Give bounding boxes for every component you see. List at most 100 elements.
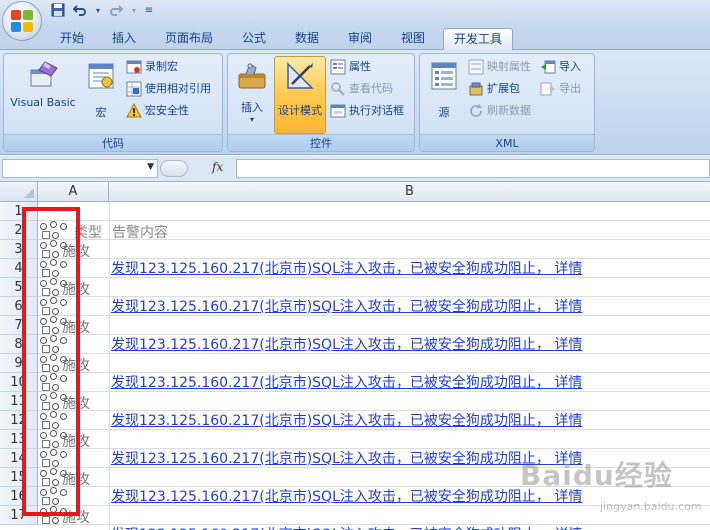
- xml-source-icon: [428, 60, 460, 92]
- insert-control-label: 插入: [241, 101, 263, 114]
- tab-insert[interactable]: 插入: [102, 28, 146, 50]
- tab-developer[interactable]: 开发工具: [443, 28, 513, 50]
- controls-group-label: 控件: [228, 134, 414, 151]
- alert-link[interactable]: 发现123.125.160.217(北京市)SQL注入攻击，已被安全狗成功阻止，…: [111, 410, 582, 430]
- alert-link[interactable]: 发现123.125.160.217(北京市)SQL注入攻击，已被安全狗成功阻止，…: [111, 258, 582, 278]
- expansion-packs-icon: [468, 81, 484, 97]
- view-code-icon: [330, 81, 346, 97]
- run-dialog-label: 执行对话框: [349, 104, 404, 117]
- import-icon: [540, 59, 556, 75]
- record-macro-label: 录制宏: [145, 60, 178, 73]
- import-button[interactable]: 导入: [540, 57, 581, 77]
- formula-input[interactable]: [236, 159, 710, 178]
- toolbox-icon: [236, 60, 268, 92]
- alert-link[interactable]: 发现123.125.160.217(北京市)SQL注入攻击，已被安全狗成功阻止，…: [111, 296, 582, 316]
- save-icon[interactable]: [50, 3, 66, 19]
- formula-bar-expand-handle[interactable]: [160, 160, 188, 177]
- source-button[interactable]: 源: [424, 58, 464, 120]
- formula-bar: ▼ fx: [0, 156, 710, 182]
- macro-security-label: 宏安全性: [145, 104, 189, 117]
- view-code-label: 查看代码: [349, 82, 393, 95]
- import-label: 导入: [559, 60, 581, 73]
- column-header-a[interactable]: A: [38, 182, 109, 202]
- visual-basic-button[interactable]: Visual Basic: [6, 58, 80, 109]
- content-header-cell[interactable]: 告警内容: [112, 222, 168, 242]
- relative-reference-label: 使用相对引用: [145, 82, 211, 95]
- tab-page-layout[interactable]: 页面布局: [156, 28, 222, 50]
- insert-function-icon[interactable]: fx: [212, 160, 223, 174]
- design-mode-label: 设计模式: [278, 104, 322, 117]
- select-all-button[interactable]: [0, 182, 38, 202]
- xml-group-label: XML: [420, 134, 594, 151]
- relative-reference-button[interactable]: 使用相对引用: [126, 79, 211, 99]
- tab-view[interactable]: 视图: [391, 28, 435, 50]
- watermark-url: jingyan.baidu.com: [600, 500, 702, 513]
- expansion-packs-label: 扩展包: [487, 82, 520, 95]
- map-properties-label: 映射属性: [487, 60, 531, 73]
- record-macro-button[interactable]: 录制宏: [126, 57, 178, 77]
- relative-reference-icon: [126, 81, 142, 97]
- refresh-icon: [468, 103, 484, 119]
- code-group: Visual Basic 宏 录制宏 使用相对引用 宏安全性 代码: [3, 53, 223, 152]
- insert-dropdown-icon: ▾: [249, 115, 254, 124]
- source-label: 源: [438, 106, 450, 119]
- map-properties-icon: [468, 59, 484, 75]
- office-logo-icon: [11, 10, 33, 32]
- title-bar: ▾ ▾ ≡: [0, 0, 710, 24]
- tab-formulas[interactable]: 公式: [232, 28, 276, 50]
- design-mode-icon: [284, 60, 316, 92]
- tab-home[interactable]: 开始: [50, 28, 94, 50]
- visual-basic-icon: [27, 60, 59, 92]
- export-button[interactable]: 导出: [540, 79, 581, 99]
- ribbon-tab-bar: 开始 插入 页面布局 公式 数据 审阅 视图 开发工具: [0, 24, 710, 50]
- expansion-packs-button[interactable]: 扩展包: [468, 79, 520, 99]
- controls-group: 插入 ▾ 设计模式 属性 查看代码 执行对话框 控件: [227, 53, 415, 152]
- alert-link[interactable]: 发现123.125.160.217(北京市)SQL注入攻击，已被安全狗成功阻止，…: [111, 372, 582, 392]
- undo-dropdown-icon[interactable]: ▾: [94, 3, 102, 19]
- office-button[interactable]: [2, 1, 42, 41]
- redo-icon[interactable]: [108, 3, 124, 19]
- record-macro-icon: [126, 59, 142, 75]
- name-box-dropdown-icon[interactable]: ▼: [147, 162, 154, 172]
- properties-icon: [330, 59, 346, 75]
- design-mode-button[interactable]: 设计模式: [274, 56, 326, 134]
- properties-button[interactable]: 属性: [330, 57, 371, 77]
- macros-icon: [85, 60, 117, 92]
- code-group-label: 代码: [4, 134, 222, 151]
- export-label: 导出: [559, 82, 581, 95]
- column-header-b[interactable]: B: [109, 182, 710, 202]
- visual-basic-label: Visual Basic: [10, 96, 76, 109]
- tab-review[interactable]: 审阅: [338, 28, 382, 50]
- alert-link[interactable]: 发现123.125.160.217(北京市)SQL注入攻击，已被安全狗成功阻止，…: [111, 524, 582, 530]
- run-dialog-button[interactable]: 执行对话框: [330, 101, 404, 121]
- properties-label: 属性: [349, 60, 371, 73]
- column-gridline: [109, 202, 110, 530]
- xml-group: 源 映射属性 扩展包 刷新数据 导入 导出 XML: [419, 53, 595, 152]
- option-button-icon[interactable]: [52, 517, 59, 524]
- run-dialog-icon: [330, 103, 346, 119]
- highlight-box: [22, 207, 80, 516]
- macros-label: 宏: [95, 106, 107, 119]
- checkbox-icon[interactable]: [42, 516, 50, 524]
- customize-qat-icon[interactable]: ≡: [144, 3, 154, 19]
- map-properties-button[interactable]: 映射属性: [468, 57, 531, 77]
- watermark: Baidu经验: [520, 459, 673, 492]
- tab-data[interactable]: 数据: [285, 28, 329, 50]
- row-gridline: [38, 220, 710, 221]
- name-box[interactable]: ▼: [2, 159, 158, 178]
- alert-link[interactable]: 发现123.125.160.217(北京市)SQL注入攻击，已被安全狗成功阻止，…: [111, 486, 582, 506]
- insert-control-button[interactable]: 插入 ▾: [232, 58, 272, 125]
- warning-icon: [126, 102, 142, 119]
- undo-icon[interactable]: [72, 3, 88, 19]
- macros-button[interactable]: 宏: [84, 58, 118, 120]
- export-icon: [540, 81, 556, 97]
- alert-link[interactable]: 发现123.125.160.217(北京市)SQL注入攻击，已被安全狗成功阻止，…: [111, 448, 582, 468]
- redo-dropdown-icon[interactable]: ▾: [130, 3, 138, 19]
- quick-access-toolbar: ▾ ▾ ≡: [50, 3, 154, 19]
- ribbon: Visual Basic 宏 录制宏 使用相对引用 宏安全性 代码 插入 ▾ 设…: [0, 50, 710, 155]
- alert-link[interactable]: 发现123.125.160.217(北京市)SQL注入攻击，已被安全狗成功阻止，…: [111, 334, 582, 354]
- refresh-data-label: 刷新数据: [487, 104, 531, 117]
- macro-security-button[interactable]: 宏安全性: [126, 101, 189, 121]
- refresh-data-button[interactable]: 刷新数据: [468, 101, 531, 121]
- view-code-button[interactable]: 查看代码: [330, 79, 393, 99]
